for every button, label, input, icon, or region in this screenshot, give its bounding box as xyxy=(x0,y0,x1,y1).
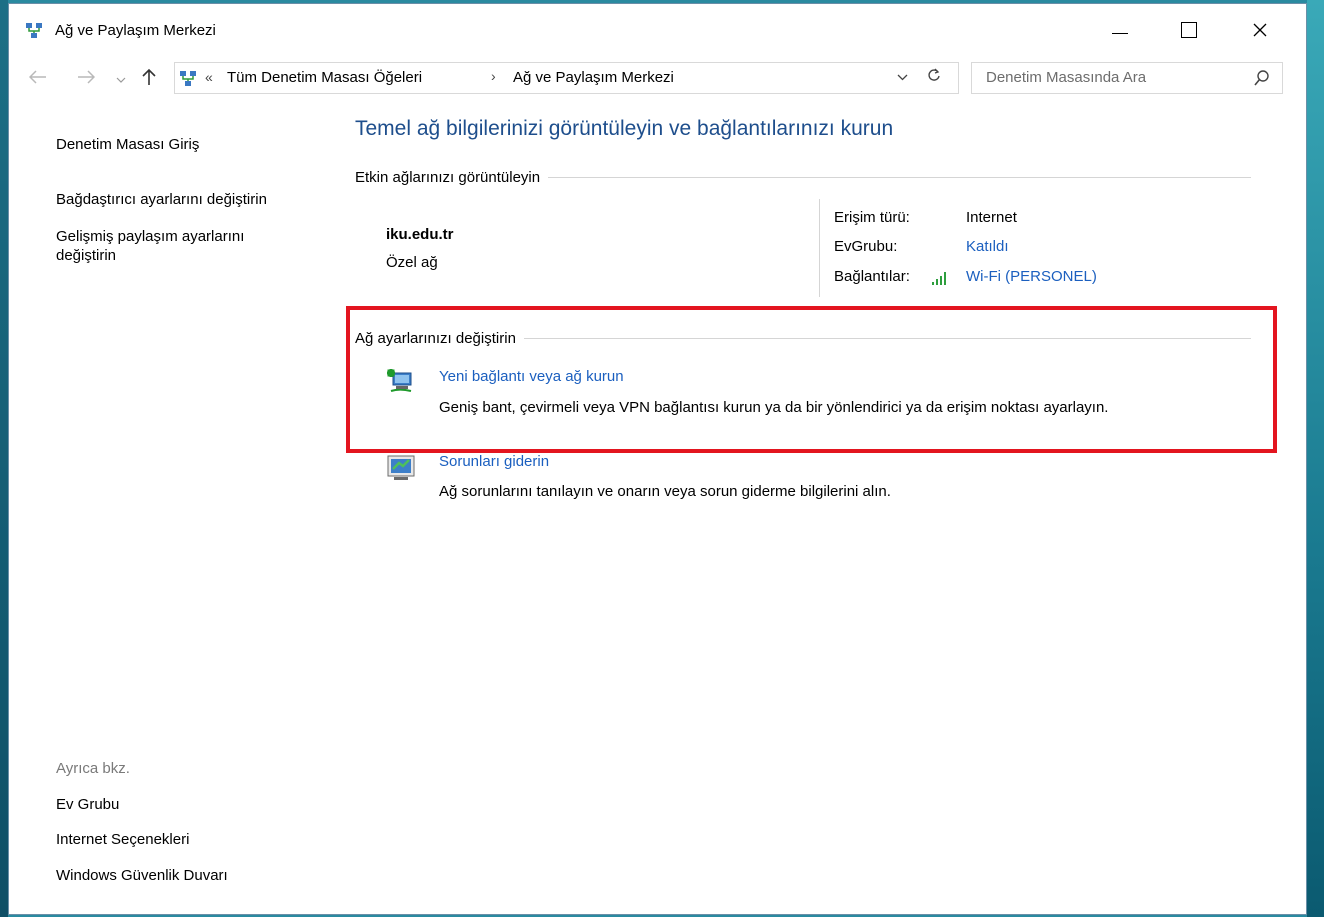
desktop-background-left xyxy=(0,0,8,917)
address-overflow-button[interactable]: « xyxy=(205,69,213,85)
navigation-bar: « Tüm Denetim Masası Öğeleri › Ağ ve Pay… xyxy=(9,56,1306,96)
recent-locations-button[interactable] xyxy=(116,74,126,86)
troubleshoot-description: Ağ sorunlarını tanılayın ve onarın veya … xyxy=(439,483,891,500)
arrow-right-icon xyxy=(78,70,96,84)
search-input[interactable]: Denetim Masasında Ara xyxy=(986,69,1146,86)
sidebar-link-adapter-settings[interactable]: Bağdaştırıcı ayarlarını değiştirin xyxy=(56,190,267,209)
sidebar-link-internet-options[interactable]: Internet Seçenekleri xyxy=(56,830,189,849)
sidebar-link-windows-firewall[interactable]: Windows Güvenlik Duvarı xyxy=(56,866,228,885)
minimize-icon xyxy=(1112,32,1128,34)
back-button[interactable] xyxy=(28,68,47,89)
window-title: Ağ ve Paylaşım Merkezi xyxy=(55,22,216,39)
homegroup-label: EvGrubu: xyxy=(834,238,898,255)
maximize-icon xyxy=(1181,22,1197,38)
control-panel-icon xyxy=(180,71,196,86)
refresh-icon xyxy=(928,68,940,81)
network-sharing-window: Ağ ve Paylaşım Merkezi « Tüm Denetim Mas… xyxy=(8,3,1307,915)
troubleshoot-link[interactable]: Sorunları giderin xyxy=(439,453,549,470)
close-button[interactable] xyxy=(1237,10,1283,50)
see-also-label: Ayrıca bkz. xyxy=(56,760,130,777)
page-title: Temel ağ bilgilerinizi görüntüleyin ve b… xyxy=(355,117,894,140)
active-networks-heading-text: Etkin ağlarınızı görüntüleyin xyxy=(355,169,541,186)
minimize-button[interactable] xyxy=(1097,10,1143,50)
connections-label: Bağlantılar: xyxy=(834,268,910,285)
close-icon xyxy=(1253,23,1267,37)
troubleshoot-icon xyxy=(387,455,415,480)
access-type-label: Erişim türü: xyxy=(834,209,910,226)
active-networks-heading: Etkin ağlarınızı görüntüleyin xyxy=(355,169,1251,186)
sidebar-link-control-panel-home[interactable]: Denetim Masası Giriş xyxy=(56,135,199,154)
search-box[interactable]: Denetim Masasında Ara xyxy=(971,62,1283,94)
chevron-down-icon xyxy=(897,74,908,81)
sidebar-link-homegroup[interactable]: Ev Grubu xyxy=(56,795,119,814)
desktop-background-right xyxy=(1307,0,1324,917)
network-center-icon xyxy=(26,23,42,38)
forward-button[interactable] xyxy=(77,68,96,89)
title-bar[interactable]: Ağ ve Paylaşım Merkezi xyxy=(9,4,1306,54)
access-type-value: Internet xyxy=(966,209,1017,226)
sidebar-link-advanced-sharing[interactable]: Gelişmiş paylaşım ayarlarını değiştirin xyxy=(56,227,306,265)
highlight-annotation-box xyxy=(346,306,1277,453)
up-button[interactable] xyxy=(142,68,156,91)
network-name: iku.edu.tr xyxy=(386,226,454,243)
breadcrumb-all-control-panel[interactable]: Tüm Denetim Masası Öğeleri xyxy=(227,69,422,86)
maximize-button[interactable] xyxy=(1166,10,1212,50)
homegroup-link[interactable]: Katıldı xyxy=(966,238,1009,255)
heading-divider xyxy=(548,177,1251,178)
network-type: Özel ağ xyxy=(386,254,438,271)
address-bar[interactable]: « Tüm Denetim Masası Öğeleri › Ağ ve Pay… xyxy=(174,62,959,94)
search-icon[interactable] xyxy=(1254,69,1270,87)
network-divider xyxy=(819,199,820,297)
breadcrumb-separator[interactable]: › xyxy=(491,68,496,84)
chevron-down-icon xyxy=(116,77,126,83)
arrow-left-icon xyxy=(28,70,46,84)
arrow-up-icon xyxy=(142,68,156,85)
address-dropdown-button[interactable] xyxy=(897,69,908,84)
wifi-signal-icon xyxy=(932,272,946,285)
refresh-button[interactable] xyxy=(927,67,941,88)
breadcrumb-network-center[interactable]: Ağ ve Paylaşım Merkezi xyxy=(513,69,674,86)
wifi-connection-link[interactable]: Wi-Fi (PERSONEL) xyxy=(966,268,1097,285)
